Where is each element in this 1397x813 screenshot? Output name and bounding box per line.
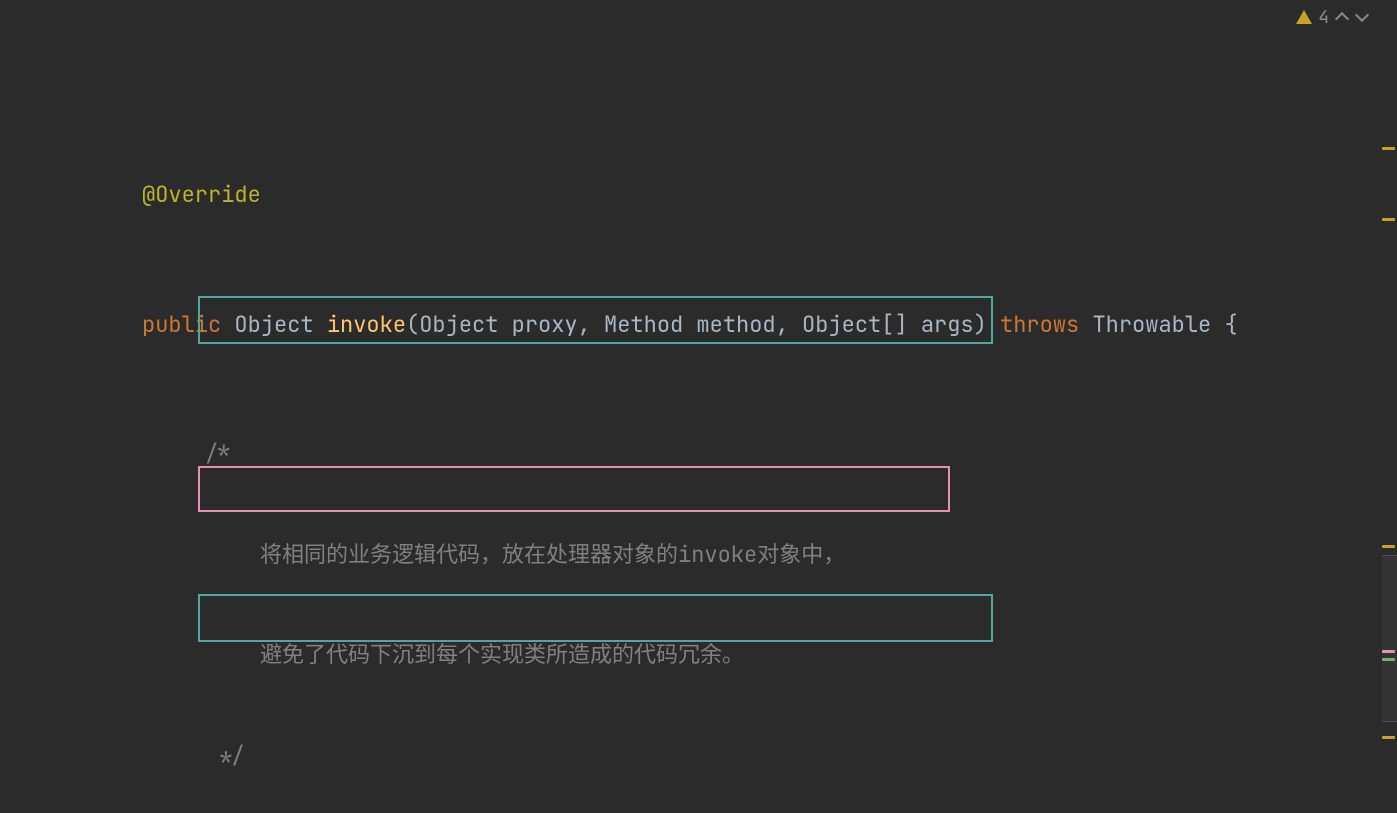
error-stripe-mark[interactable] xyxy=(1382,218,1395,221)
code-editor[interactable]: 4 @Override public Object invoke(Object … xyxy=(0,0,1397,813)
code-line[interactable]: 将相同的业务逻辑代码，放在处理器对象的invoke对象中， xyxy=(0,534,1397,577)
keyword-token: public xyxy=(142,310,221,339)
warning-count[interactable]: 4 xyxy=(1318,6,1329,29)
comment-token: 将相同的业务逻辑代码，放在处理器对象的invoke对象中， xyxy=(260,540,845,569)
comment-token: */ xyxy=(205,741,245,770)
type-token: Throwable { xyxy=(1092,310,1237,339)
prev-highlight-icon[interactable] xyxy=(1335,11,1349,25)
signature-token: (Object proxy, Method method, Object[] a… xyxy=(406,310,987,339)
error-stripe[interactable] xyxy=(1379,0,1397,813)
code-line[interactable]: 避免了代码下沉到每个实现类所造成的代码冗余。 xyxy=(0,634,1397,677)
inspection-bar: 4 xyxy=(1296,6,1369,29)
code-line[interactable]: public Object invoke(Object proxy, Metho… xyxy=(0,304,1397,347)
code-line[interactable]: /* xyxy=(0,433,1397,476)
annotation-token: @Override xyxy=(142,180,261,209)
type-token: Object xyxy=(234,310,313,339)
method-name-token: invoke xyxy=(327,310,406,339)
error-stripe-mark[interactable] xyxy=(1382,147,1395,150)
comment-token: 避免了代码下沉到每个实现类所造成的代码冗余。 xyxy=(260,640,744,669)
code-line[interactable]: @Override xyxy=(0,174,1397,217)
code-line[interactable]: */ xyxy=(0,735,1397,778)
warning-icon xyxy=(1296,10,1312,24)
next-highlight-icon[interactable] xyxy=(1355,11,1369,25)
comment-token: /* xyxy=(205,439,231,468)
keyword-token: throws xyxy=(1000,310,1079,339)
